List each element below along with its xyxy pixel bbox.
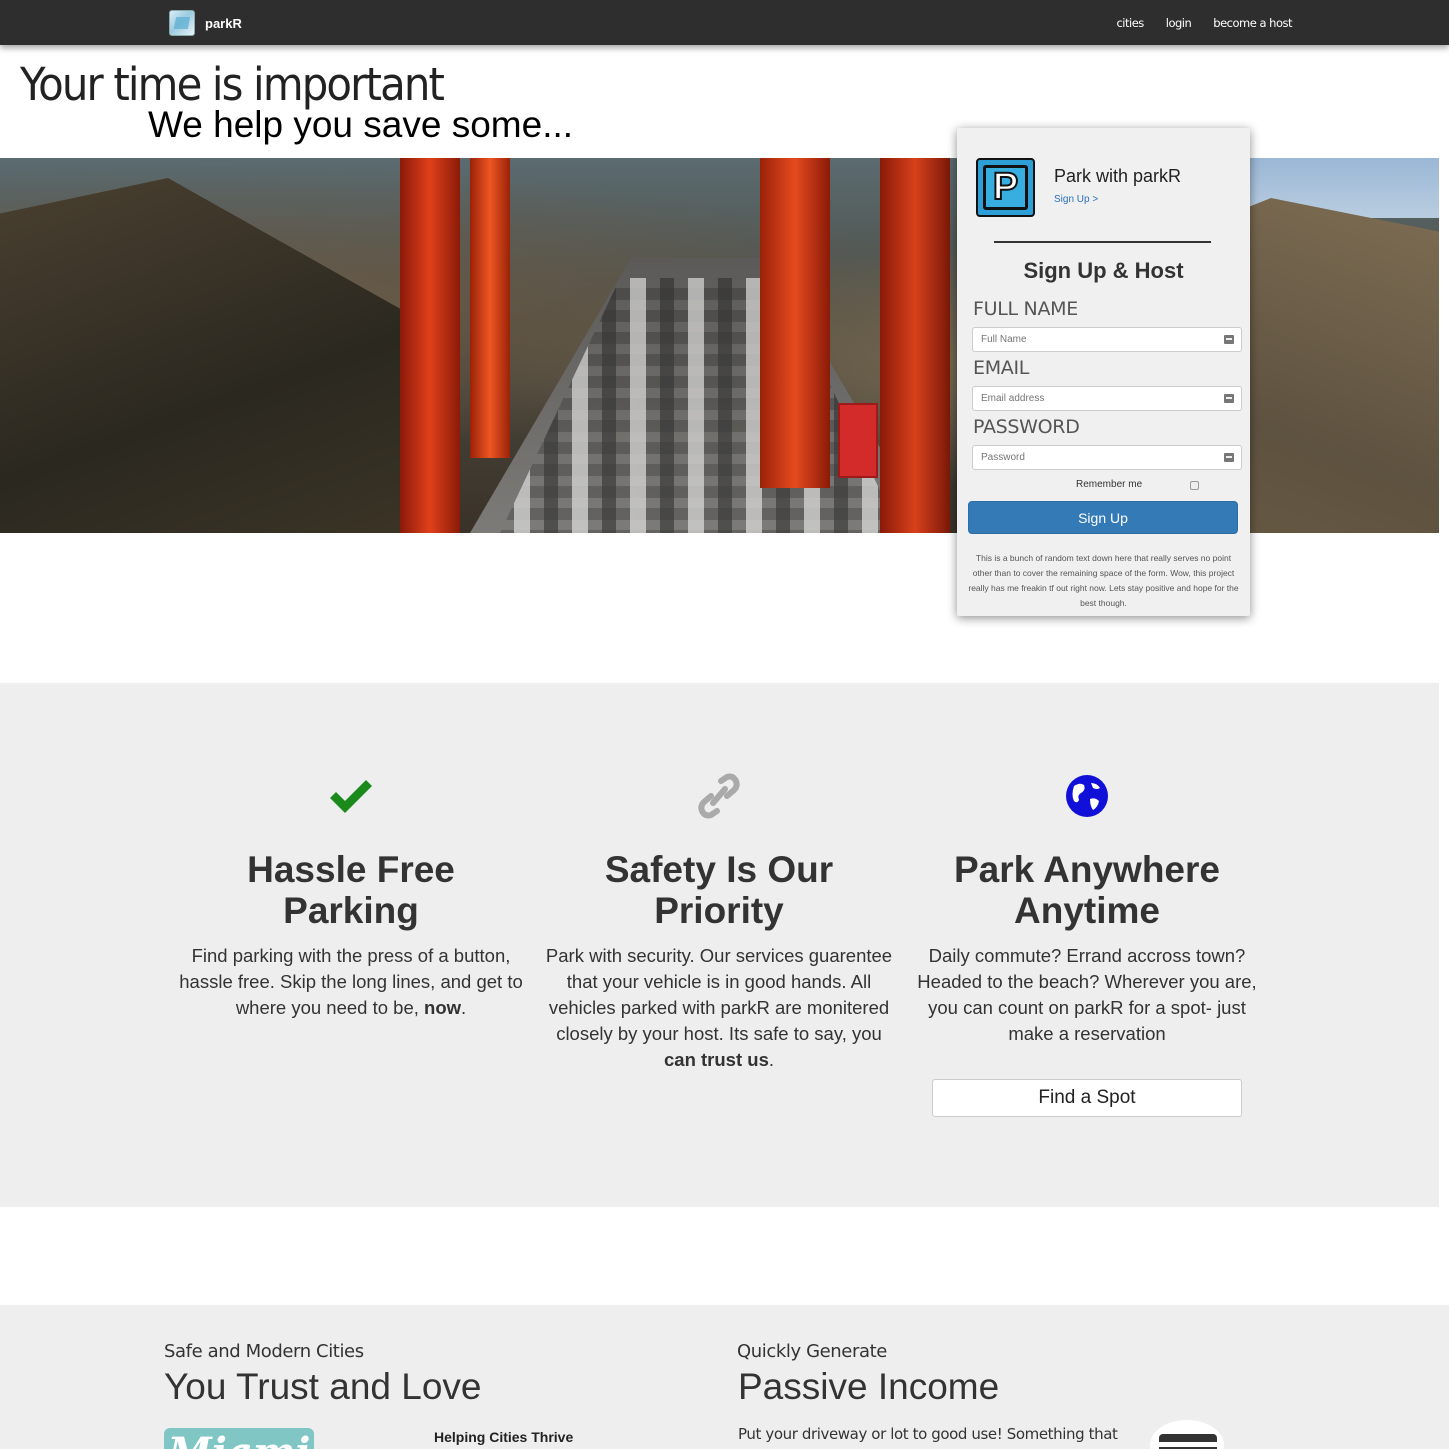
- autofill-icon[interactable]: [1224, 394, 1234, 403]
- brand-logo-icon: [169, 10, 195, 36]
- feature-title: Park Anywhere Anytime: [954, 849, 1220, 931]
- hero-subtitle: We help you save some...: [148, 104, 574, 145]
- feature-text: Find parking with the press of a button,…: [179, 945, 523, 1018]
- nav-link-become-host[interactable]: become a host: [1213, 16, 1292, 30]
- brand-name: parkR: [205, 15, 242, 31]
- nav-links: cities login become a host: [1094, 16, 1292, 30]
- hero-bridge-tower: [470, 158, 510, 458]
- autofill-icon[interactable]: [1224, 335, 1234, 344]
- signup-link[interactable]: Sign Up >: [1054, 194, 1098, 205]
- autofill-icon[interactable]: [1224, 453, 1234, 462]
- feature-hassle-free: Hassle Free Parking Find parking with th…: [176, 773, 526, 1021]
- hero-bridge-tower: [880, 158, 950, 533]
- income-text: Put your driveway or lot to good use! So…: [738, 1425, 1118, 1449]
- email-input[interactable]: [972, 386, 1242, 411]
- features-section: Hassle Free Parking Find parking with th…: [0, 683, 1439, 1207]
- full-name-label: FULL NAME: [973, 298, 1078, 320]
- hero-red-bus: [838, 403, 878, 478]
- feature-anywhere: Park Anywhere Anytime Daily commute? Err…: [912, 773, 1262, 1047]
- nav-link-login[interactable]: login: [1166, 16, 1192, 30]
- password-input[interactable]: [972, 445, 1242, 470]
- feature-safety: Safety Is Our Priority Park with securit…: [544, 773, 894, 1073]
- helping-cities-heading: Helping Cities Thrive: [434, 1429, 574, 1445]
- hero-hill-left: [0, 178, 420, 533]
- feature-title: Hassle Free Parking: [247, 849, 455, 931]
- cities-kicker: Safe and Modern Cities: [164, 1341, 364, 1362]
- hero-bridge-tower: [400, 158, 460, 533]
- credit-card-icon: [1150, 1420, 1224, 1449]
- feature-text: Daily commute? Errand accross town? Head…: [917, 945, 1257, 1044]
- password-label: PASSWORD: [973, 416, 1080, 438]
- feature-text: Park with security. Our services guarent…: [545, 945, 893, 1070]
- signup-fine-print: This is a bunch of random text down here…: [968, 553, 1239, 608]
- globe-icon: [912, 773, 1262, 819]
- link-icon: [544, 773, 894, 819]
- checkmark-icon: [176, 773, 526, 819]
- signup-divider: [994, 241, 1211, 243]
- income-kicker: Quickly Generate: [737, 1341, 887, 1362]
- email-label: EMAIL: [973, 357, 1030, 379]
- bottom-section: Safe and Modern Cities You Trust and Lov…: [0, 1305, 1449, 1449]
- find-spot-button[interactable]: Find a Spot: [932, 1079, 1242, 1117]
- signup-card: P Park with parkR Sign Up > Sign Up & Ho…: [957, 128, 1250, 616]
- cities-title: You Trust and Love: [164, 1366, 482, 1407]
- miami-city-image[interactable]: Miami: [164, 1428, 314, 1449]
- navbar: parkR cities login become a host: [0, 0, 1449, 45]
- nav-link-cities[interactable]: cities: [1116, 16, 1144, 30]
- income-title: Passive Income: [738, 1366, 1000, 1407]
- brand[interactable]: parkR: [169, 10, 242, 36]
- signup-button[interactable]: Sign Up: [968, 501, 1238, 534]
- remember-me-checkbox[interactable]: [1190, 481, 1199, 490]
- signup-heading: Sign Up & Host: [1023, 258, 1184, 283]
- full-name-input[interactable]: [972, 327, 1242, 352]
- hero-bridge-tower: [760, 158, 830, 488]
- signup-card-title: Park with parkR: [1054, 166, 1182, 186]
- remember-me-label: Remember me: [1076, 479, 1143, 490]
- feature-title: Safety Is Our Priority: [604, 849, 834, 931]
- parking-logo-icon: P: [976, 158, 1035, 217]
- page: parkR cities login become a host Your ti…: [0, 0, 1449, 1449]
